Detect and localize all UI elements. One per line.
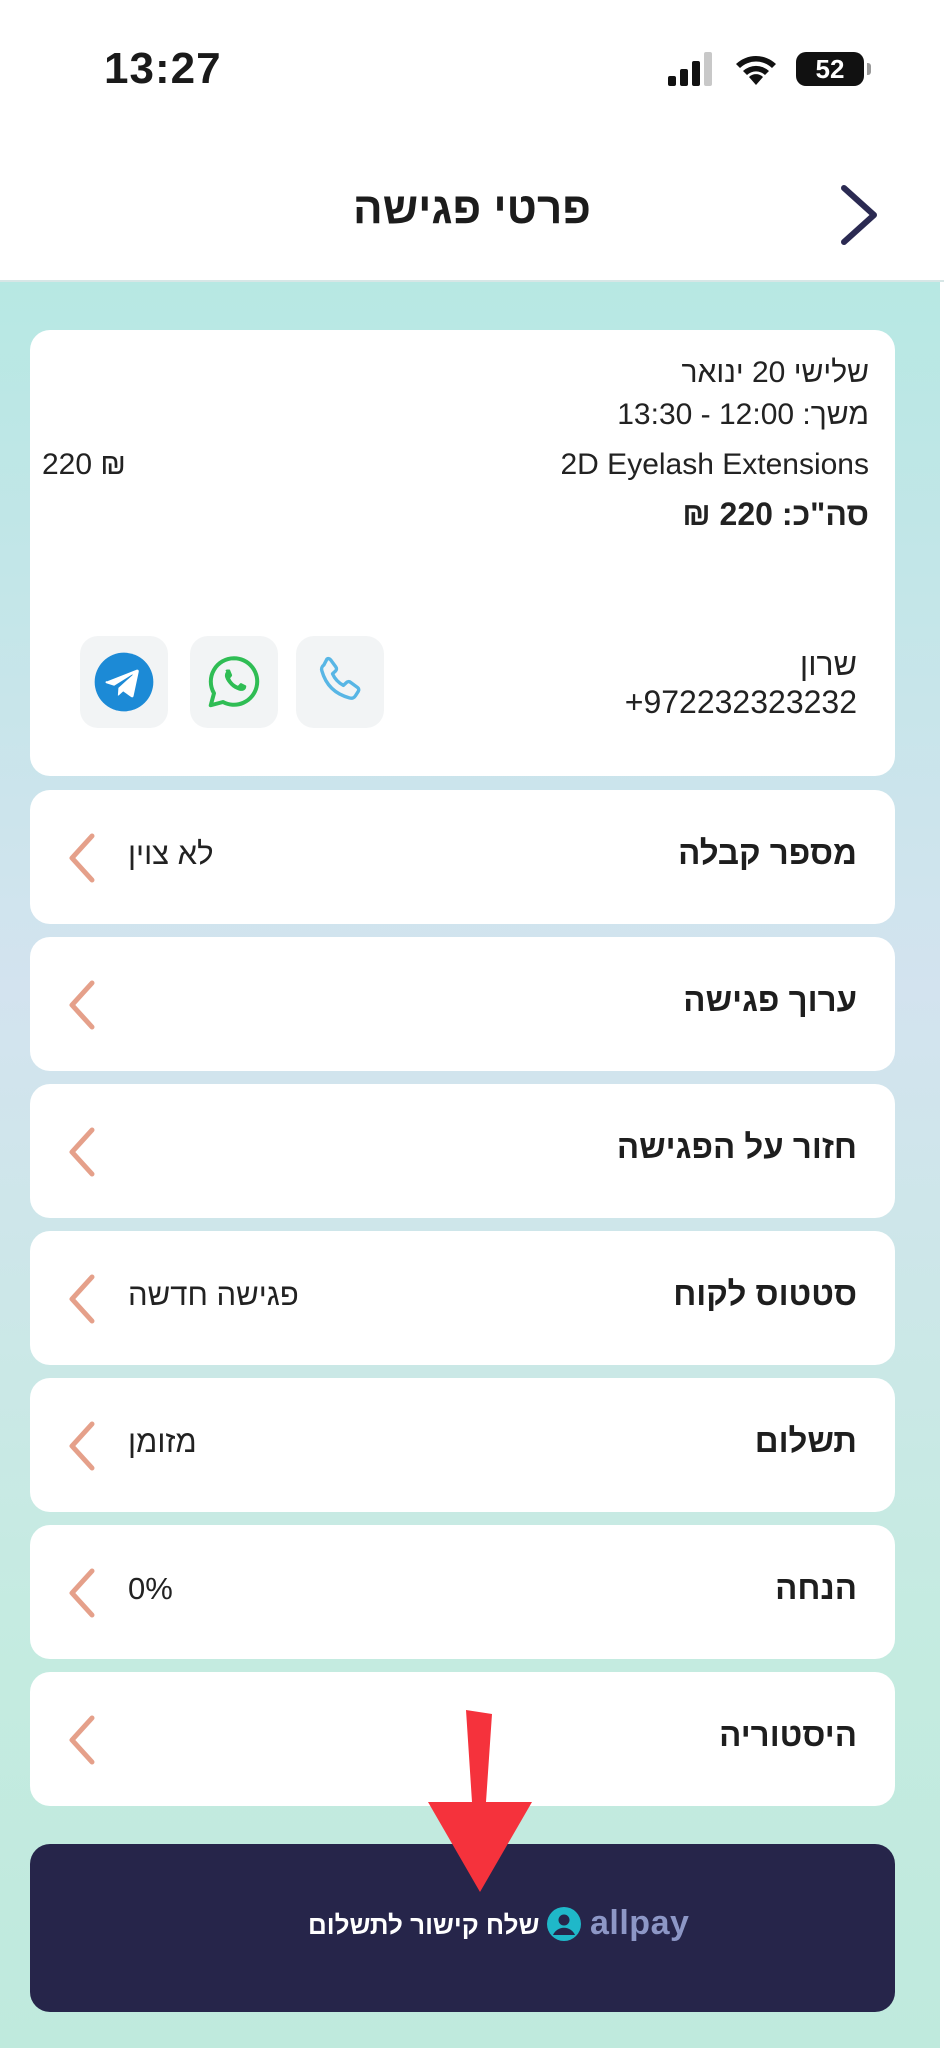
signal-icon — [668, 52, 712, 86]
chevron-left-icon — [69, 980, 95, 1030]
appointment-service: 2D Eyelash Extensions — [560, 448, 870, 481]
status-time: 13:27 — [104, 44, 222, 93]
scroll-edge — [940, 282, 944, 2048]
telegram-button[interactable] — [80, 636, 168, 728]
allpay-logo: allpay — [546, 1904, 689, 1943]
appointment-card: שלישי 20 ינואר משך: 12:00 - 13:30 2D Eye… — [30, 330, 895, 776]
row-value: 0% — [128, 1571, 173, 1606]
repeat-appointment-row[interactable]: חזור על הפגישה — [30, 1084, 895, 1218]
chevron-left-icon — [69, 1715, 95, 1765]
receipt-number-row[interactable]: מספר קבלה לא צוין — [30, 790, 895, 924]
payment-row[interactable]: תשלום מזומן — [30, 1378, 895, 1512]
row-label: תשלום — [754, 1422, 857, 1459]
phone-icon — [319, 656, 361, 700]
call-button[interactable] — [296, 636, 384, 728]
row-label: חזור על הפגישה — [616, 1128, 857, 1165]
client-name: שרון — [799, 646, 857, 682]
battery-icon: 52 — [796, 52, 871, 86]
appointment-date: שלישי 20 ינואר — [681, 356, 869, 389]
page-title: פרטי פגישה — [352, 184, 591, 233]
row-label: מספר קבלה — [678, 834, 857, 871]
client-status-row[interactable]: סטטוס לקוח פגישה חדשה — [30, 1231, 895, 1365]
telegram-icon — [94, 652, 154, 712]
chevron-left-icon — [69, 1127, 95, 1177]
row-label: סטטוס לקוח — [673, 1275, 857, 1312]
client-phone: +972232323232 — [624, 684, 857, 720]
chevron-left-icon — [69, 1421, 95, 1471]
service-price: 220 ₪ — [42, 448, 126, 481]
header: פרטי פגישה — [0, 140, 944, 282]
chevron-left-icon — [69, 1568, 95, 1618]
status-icons: 52 — [668, 52, 871, 86]
edit-appointment-row[interactable]: ערוך פגישה — [30, 937, 895, 1071]
row-label: היסטוריה — [719, 1716, 857, 1753]
row-value: לא צוין — [128, 836, 214, 871]
allpay-brand: allpay — [590, 1904, 690, 1942]
wifi-icon — [736, 56, 776, 85]
row-value: מזומן — [128, 1424, 197, 1459]
whatsapp-button[interactable] — [190, 636, 278, 728]
appointment-total: סה"כ: 220 ₪ — [682, 496, 869, 532]
chevron-left-icon — [69, 1274, 95, 1324]
appointment-time: משך: 12:00 - 13:30 — [617, 398, 869, 431]
pay-button-label: שלח קישור לתשלום — [308, 1910, 540, 1940]
discount-row[interactable]: הנחה 0% — [30, 1525, 895, 1659]
row-label: הנחה — [775, 1569, 857, 1606]
allpay-logo-icon — [547, 1906, 581, 1941]
whatsapp-icon — [208, 656, 260, 708]
row-label: ערוך פגישה — [683, 981, 857, 1018]
chevron-left-icon — [69, 833, 95, 883]
status-bar: 13:27 52 — [0, 0, 944, 140]
annotation-arrow-icon — [428, 1710, 532, 1892]
row-value: פגישה חדשה — [128, 1277, 299, 1312]
chevron-right-icon[interactable] — [828, 180, 888, 250]
